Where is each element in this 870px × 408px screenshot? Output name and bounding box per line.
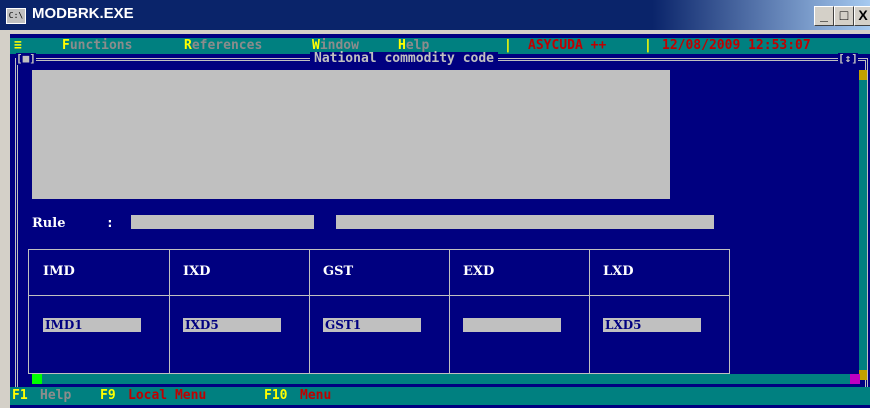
grid-header-ixd: IXD [183,264,211,279]
tax-codes-grid: IMD IXD GST EXD LXD IMD1 IXD5 GST1 LXD5 [28,249,730,374]
status-key-f9[interactable]: F9 [100,387,116,405]
grid-divider [29,295,729,296]
menu-separator: | [644,38,652,53]
lxd-field[interactable]: LXD5 [603,318,701,332]
menu-label: eferences [191,38,263,53]
menu-hotkey: F [62,38,70,53]
scroll-up-arrow-icon[interactable] [859,70,867,80]
imd-field[interactable]: IMD1 [43,318,141,332]
console-area[interactable]: ≡ Functions References Window Help | ASY… [10,34,870,408]
grid-header-gst: GST [323,264,354,279]
status-key-f10[interactable]: F10 [264,387,287,405]
status-label-help[interactable]: Help [40,387,71,405]
status-key-f1[interactable]: F1 [12,387,28,405]
window-title: MODBRK.EXE [32,5,134,22]
exd-field[interactable] [463,318,561,332]
grid-column-divider [589,250,590,373]
ixd-field[interactable]: IXD5 [183,318,281,332]
grid-header-imd: IMD [43,264,75,279]
description-display [32,70,670,199]
scroll-down-arrow-icon[interactable] [859,370,867,380]
menu-label: unctions [69,38,133,53]
dialog-zoom-box[interactable]: [↕] [838,53,858,65]
scroll-right-arrow-icon[interactable] [850,374,860,384]
datetime: 12/08/2009 12:53:07 [662,38,811,53]
minimize-button[interactable]: _ [814,6,834,26]
menu-functions[interactable]: Functions [62,38,132,54]
vertical-scrollbar[interactable] [859,70,867,380]
rule-colon: : [106,216,114,231]
maximize-button[interactable]: □ [834,6,854,26]
grid-column-divider [169,250,170,373]
menu-references[interactable]: References [184,38,262,54]
console-icon[interactable]: C:\ [6,8,26,24]
rule-field-description[interactable] [336,215,714,229]
rule-label: Rule [32,216,66,231]
status-bar: F1 Help F9 Local Menu F10 Menu [10,387,870,405]
rule-field-code[interactable] [131,215,314,229]
close-button[interactable]: X [854,6,870,26]
grid-header-exd: EXD [463,264,495,279]
status-label-local-menu[interactable]: Local Menu [128,387,206,405]
menu-separator: | [504,38,512,53]
status-label-menu[interactable]: Menu [300,387,331,405]
menu-hotkey: R [184,38,192,53]
grid-header-lxd: LXD [603,264,634,279]
grid-column-divider [309,250,310,373]
grid-column-divider [449,250,450,373]
scroll-thumb[interactable] [32,374,42,384]
dialog-close-box[interactable]: [■] [16,53,36,65]
app-name: ASYCUDA ++ [528,38,607,53]
title-bar[interactable]: C:\ MODBRK.EXE _ □ X [0,0,870,30]
dialog-title: National commodity code [310,52,499,66]
horizontal-scrollbar[interactable] [32,374,860,384]
gst-field[interactable]: GST1 [323,318,421,332]
